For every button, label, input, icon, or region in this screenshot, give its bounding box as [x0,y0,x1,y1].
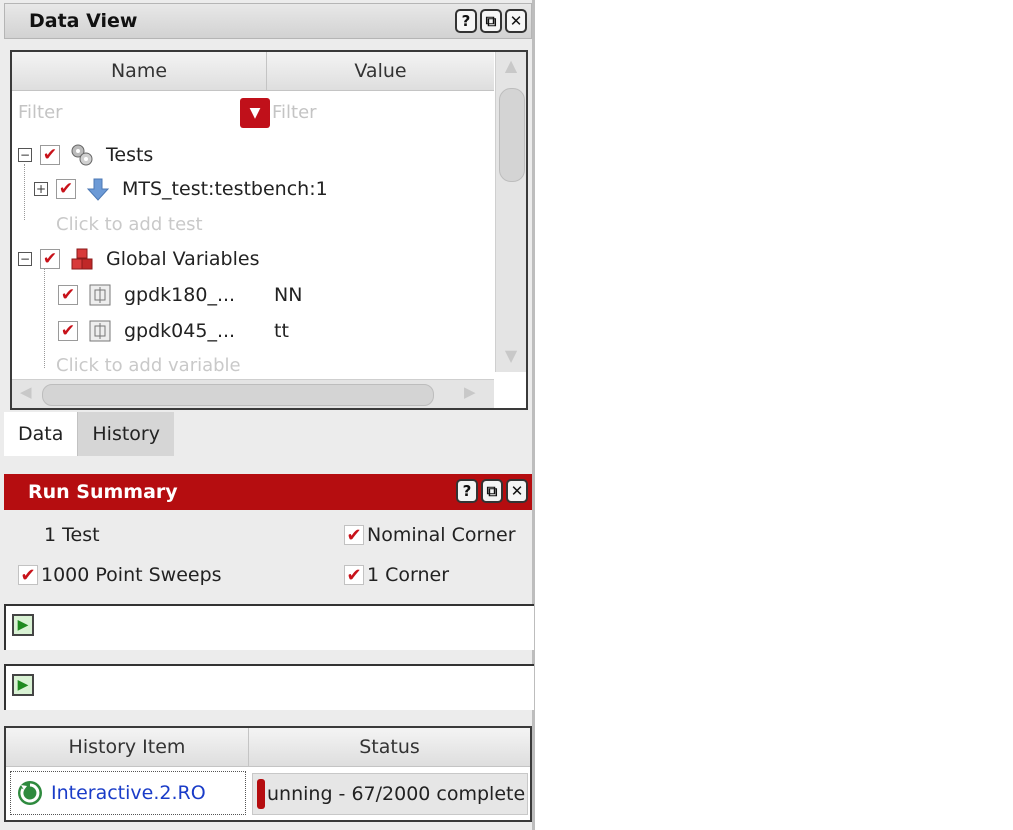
scroll-down-icon[interactable]: ▼ [500,346,522,368]
tab-history[interactable]: History [78,412,174,456]
checkbox[interactable]: ✔ [58,321,78,341]
progress-indicator [257,779,265,809]
data-view-tree: Name Value ▼ − ✔ Tests + ✔ MTS_test:test… [10,50,528,410]
variable-icon [88,283,112,307]
add-test-row[interactable]: Click to add test [56,207,203,241]
table-row[interactable]: Interactive.2.RO unning - 67/2000 comple… [6,767,530,817]
scroll-up-icon[interactable]: ▲ [500,56,522,78]
arrow-down-icon [86,177,110,201]
tree-column-header: Name Value [12,52,494,91]
history-item-cell[interactable]: Interactive.2.RO [10,771,246,815]
data-view-tabs: Data History [4,412,174,456]
checkbox[interactable]: ✔ [56,179,76,199]
float-button[interactable]: ⧉ [480,9,502,33]
tree-node-tests[interactable]: − ✔ Tests [18,138,153,172]
variable-name: gpdk045_... [124,320,236,342]
nominal-corner-label: Nominal Corner [367,524,516,546]
history-item-label: Interactive.2.RO [51,782,206,804]
add-test-label: Click to add test [56,213,203,235]
help-button[interactable]: ? [456,479,478,503]
value-filter-input[interactable] [270,96,484,128]
corners-label: 1 Corner [367,564,450,586]
column-header-history-item[interactable]: History Item [6,728,249,766]
tests-count-label: 1 Test [44,524,100,546]
column-header-name[interactable]: Name [12,52,267,90]
checkbox[interactable]: ✔ [40,145,60,165]
checkbox[interactable]: ✔ [40,249,60,269]
scroll-thumb[interactable] [499,88,525,182]
scroll-right-icon[interactable]: ▶ [464,383,476,401]
history-table-header: History Item Status [6,728,530,767]
run-summary-title: Run Summary [28,481,178,503]
corners-option[interactable]: ✔ 1 Corner [344,562,449,588]
variable-name: gpdk180_... [124,284,236,306]
nominal-corner-option[interactable]: ✔ Nominal Corner [344,522,516,548]
float-button[interactable]: ⧉ [481,479,503,503]
assistant-panel: Data View ? ⧉ ✕ Name Value ▼ − ✔ Tests [0,0,535,830]
status-cell: unning - 67/2000 complete [252,773,528,815]
collapse-icon[interactable]: − [18,252,32,266]
variable-value[interactable]: NN [274,284,302,306]
tree-label-global-variables: Global Variables [106,248,260,270]
command-box[interactable]: ▶ [4,664,534,710]
tree-label-test-item: MTS_test:testbench:1 [122,178,328,200]
point-sweeps-label: 1000 Point Sweeps [41,564,222,586]
add-variable-row[interactable]: Click to add variable [56,348,241,382]
run-icon[interactable]: ▶ [12,614,34,636]
filter-dropdown-button[interactable]: ▼ [240,98,270,128]
cubes-icon [70,247,94,271]
tree-line [24,164,25,220]
help-button[interactable]: ? [455,9,477,33]
data-view-title: Data View [29,10,138,32]
collapse-icon[interactable]: − [18,148,32,162]
variable-row[interactable]: ✔ gpdk180_... [58,278,235,312]
name-filter-input[interactable] [16,96,240,128]
close-button[interactable]: ✕ [506,479,528,503]
variable-icon [88,319,112,343]
column-header-status[interactable]: Status [249,728,530,766]
point-sweeps-option[interactable]: ✔ 1000 Point Sweeps [18,562,222,588]
tests-count: 1 Test [44,522,100,548]
expand-icon[interactable]: + [34,182,48,196]
running-icon [17,780,43,806]
run-summary-title-buttons: ? ⧉ ✕ [456,479,528,503]
checkbox[interactable]: ✔ [58,285,78,305]
vertical-scrollbar[interactable]: ▲ ▼ [495,52,526,372]
column-header-value[interactable]: Value [267,52,494,90]
tab-data[interactable]: Data [4,412,79,456]
add-variable-label: Click to add variable [56,354,241,376]
checkbox[interactable]: ✔ [344,525,364,546]
close-button[interactable]: ✕ [505,9,527,33]
tree-line [44,266,45,368]
checkbox[interactable]: ✔ [18,565,38,586]
tree-node-test-item[interactable]: + ✔ MTS_test:testbench:1 [34,172,328,206]
tree-node-global-variables[interactable]: − ✔ Global Variables [18,242,259,276]
horizontal-scrollbar[interactable]: ◀ ▶ [12,379,494,408]
scroll-thumb[interactable] [42,384,434,406]
scroll-left-icon[interactable]: ◀ [20,383,32,401]
tree-label-tests: Tests [106,144,154,166]
filter-row: ▼ [12,92,494,128]
command-box[interactable]: ▶ [4,604,534,650]
status-text: unning - 67/2000 complete [267,783,526,805]
history-table: History Item Status Interactive.2.RO unn… [4,726,532,822]
variable-value[interactable]: tt [274,320,289,342]
variable-row[interactable]: ✔ gpdk045_... [58,314,235,348]
chevron-down-icon: ▼ [249,105,261,121]
data-view-title-buttons: ? ⧉ ✕ [455,9,527,33]
data-view-titlebar: Data View ? ⧉ ✕ [4,3,532,39]
gears-icon [70,143,94,167]
checkbox[interactable]: ✔ [344,565,364,586]
run-summary-titlebar: Run Summary ? ⧉ ✕ [4,474,532,510]
run-icon[interactable]: ▶ [12,674,34,696]
